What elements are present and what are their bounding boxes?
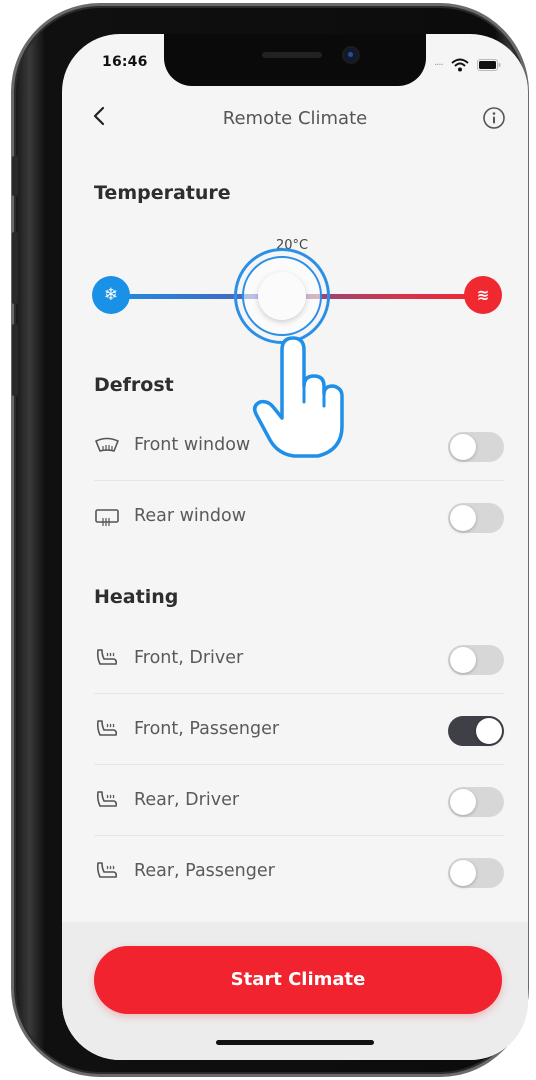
- heating-front-driver-label: Front, Driver: [134, 648, 244, 668]
- mute-switch: [12, 156, 18, 196]
- heat-waves-icon: ≋: [464, 276, 502, 314]
- snowflake-icon: ❄: [92, 276, 130, 314]
- notch: [164, 34, 426, 86]
- battery-icon: [476, 59, 501, 71]
- temperature-section-title: Temperature: [94, 182, 231, 204]
- defrost-front-window-toggle[interactable]: [448, 432, 504, 462]
- camera-icon: [344, 48, 358, 62]
- seat-heat-icon: [96, 720, 118, 736]
- seat-heat-icon: [96, 862, 118, 878]
- heating-front-passenger-row: Front, Passenger: [94, 695, 504, 765]
- defrost-rear-window-toggle[interactable]: [448, 503, 504, 533]
- defrost-rear-window-label: Rear window: [134, 506, 247, 526]
- heating-rear-driver-label: Rear, Driver: [134, 790, 240, 810]
- seat-heat-icon: [96, 649, 118, 665]
- start-climate-button[interactable]: Start Climate: [94, 946, 502, 1014]
- status-icons: ····: [434, 58, 501, 72]
- heating-front-passenger-label: Front, Passenger: [134, 719, 280, 739]
- seat-heat-icon: [96, 791, 118, 807]
- speaker-grille: [262, 52, 322, 58]
- heating-rear-passenger-label: Rear, Passenger: [134, 861, 275, 881]
- heating-front-passenger-toggle[interactable]: [448, 716, 504, 746]
- heating-section-title: Heating: [94, 586, 179, 608]
- page-title: Remote Climate: [222, 108, 368, 129]
- heating-front-driver-toggle[interactable]: [448, 645, 504, 675]
- heating-rear-passenger-row: Rear, Passenger: [94, 837, 504, 907]
- wifi-icon: [451, 58, 469, 72]
- heating-front-driver-row: Front, Driver: [94, 624, 504, 694]
- volume-down-button: [12, 324, 18, 396]
- front-window-defrost-icon: [95, 437, 119, 452]
- volume-up-button: [12, 232, 18, 304]
- home-indicator[interactable]: [216, 1040, 374, 1045]
- defrost-front-window-row: Front window: [94, 411, 504, 481]
- app-screen: 16:46 ···· Remote Climate Temperature 20…: [62, 34, 528, 1060]
- heating-rear-driver-row: Rear, Driver: [94, 766, 504, 836]
- temperature-slider-knob[interactable]: [258, 272, 306, 320]
- divider: [94, 835, 504, 836]
- divider: [94, 764, 504, 765]
- divider: [94, 480, 504, 481]
- heating-rear-driver-toggle[interactable]: [448, 787, 504, 817]
- heating-rear-passenger-toggle[interactable]: [448, 858, 504, 888]
- defrost-front-window-label: Front window: [134, 435, 251, 455]
- rear-window-defrost-icon: [95, 509, 119, 526]
- phone-frame: 16:46 ···· Remote Climate Temperature 20…: [12, 6, 528, 1074]
- divider: [94, 693, 504, 694]
- defrost-section-title: Defrost: [94, 374, 174, 396]
- status-time: 16:46: [102, 54, 148, 70]
- signal-dots-icon: ····: [434, 59, 444, 71]
- info-icon[interactable]: [482, 106, 506, 130]
- defrost-rear-window-row: Rear window: [94, 482, 504, 552]
